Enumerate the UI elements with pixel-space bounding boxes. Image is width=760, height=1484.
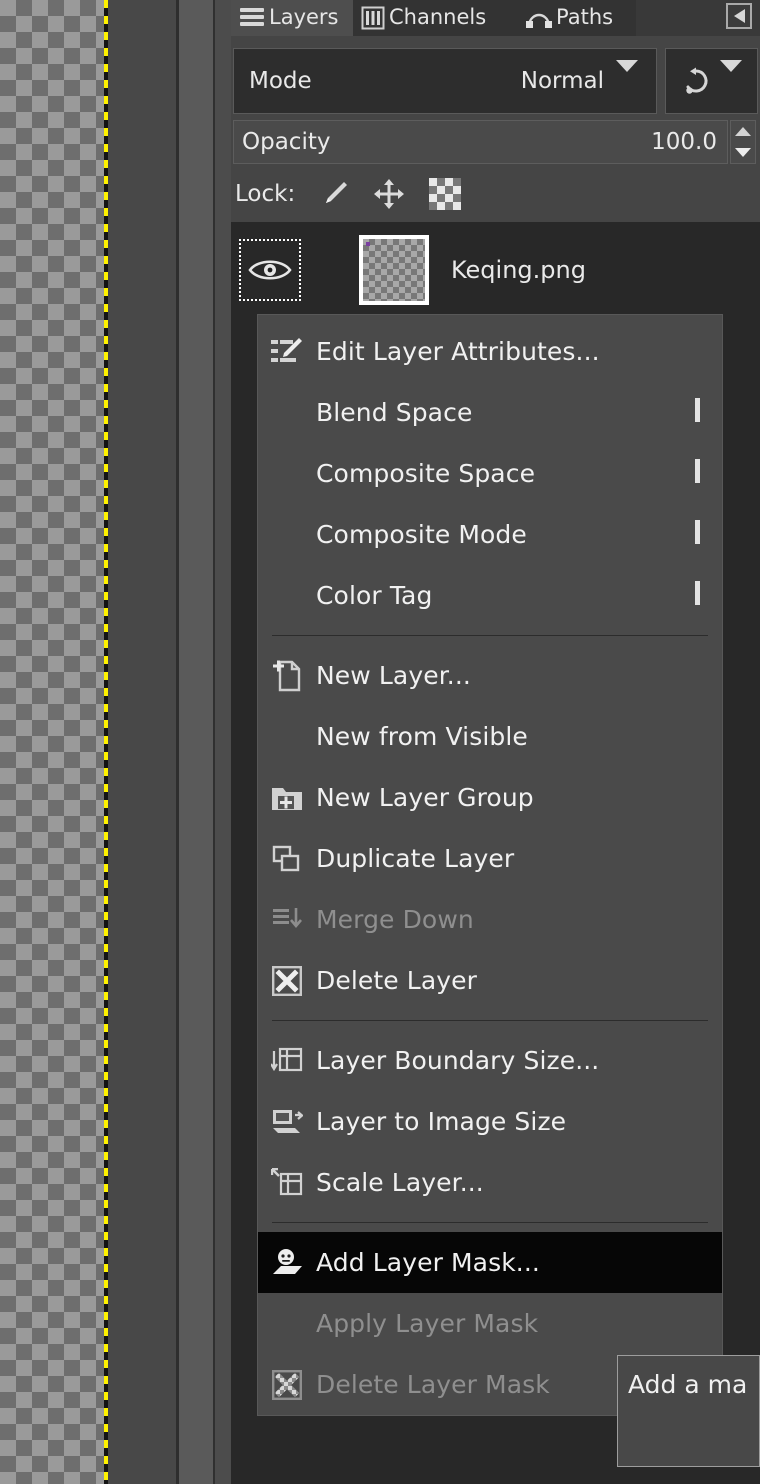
tab-channels[interactable]: Channels	[353, 0, 518, 36]
image-canvas[interactable]	[0, 0, 104, 1484]
opacity-row: Opacity 100.0	[233, 120, 758, 164]
menu-item-duplicate-layer[interactable]: Duplicate Layer	[258, 828, 722, 889]
menu-item-label: Scale Layer...	[316, 1168, 484, 1197]
menu-item-label: Edit Layer Attributes...	[316, 337, 600, 366]
menu-item-composite-mode[interactable]: Composite Mode	[258, 504, 722, 565]
menu-item-label: New from Visible	[316, 722, 528, 751]
menu-item-label: Layer to Image Size	[316, 1107, 567, 1136]
mode-dropdown[interactable]: Mode Normal	[233, 48, 657, 114]
merge-down-icon	[258, 905, 316, 935]
menu-item-label: Color Tag	[316, 581, 433, 610]
edit-attributes-icon	[258, 337, 316, 367]
menu-item-merge-down: Merge Down	[258, 889, 722, 950]
menu-item-label: Apply Layer Mask	[316, 1309, 539, 1338]
layer-boundary-size-icon	[258, 1046, 316, 1076]
menu-item-composite-space[interactable]: Composite Space	[258, 443, 722, 504]
chevron-down-icon	[720, 59, 742, 91]
lock-row: Lock:	[231, 172, 760, 216]
menu-item-label: New Layer...	[316, 661, 471, 690]
paintbrush-icon[interactable]	[319, 179, 349, 209]
menu-separator	[272, 1020, 708, 1021]
opacity-value: 100.0	[651, 129, 717, 155]
dock-tabstrip: Layers Channels Paths	[231, 0, 760, 36]
eye-icon[interactable]	[239, 238, 301, 301]
mode-row: Mode Normal	[233, 48, 758, 114]
tooltip: Add a ma	[617, 1355, 760, 1467]
scale-layer-icon	[258, 1167, 316, 1198]
menu-item-scale-layer[interactable]: Scale Layer...	[258, 1152, 722, 1213]
tab-channels-label: Channels	[389, 4, 487, 29]
mode-reset-button[interactable]	[665, 48, 758, 114]
menu-item-label: New Layer Group	[316, 783, 534, 812]
menu-item-apply-layer-mask: Apply Layer Mask	[258, 1293, 722, 1354]
window-gap	[179, 0, 213, 1484]
tab-layers[interactable]: Layers	[231, 0, 353, 36]
canvas-background	[108, 0, 176, 1484]
mode-value: Normal	[520, 68, 604, 94]
menu-item-label: Add Layer Mask...	[316, 1248, 540, 1277]
opacity-label: Opacity	[242, 129, 331, 155]
menu-item-label: Duplicate Layer	[316, 844, 515, 873]
layer-to-image-size-icon	[258, 1108, 316, 1136]
chevron-up-icon[interactable]	[735, 127, 751, 136]
tab-menu-triangle-icon[interactable]	[726, 3, 752, 29]
reset-to-default-icon	[681, 66, 711, 96]
menu-item-label: Delete Layer	[316, 966, 477, 995]
chevron-right-icon	[695, 398, 700, 422]
chevron-down-icon[interactable]	[735, 148, 751, 157]
alpha-checkerboard-icon[interactable]	[429, 178, 462, 210]
menu-item-blend-space[interactable]: Blend Space	[258, 382, 722, 443]
new-layer-icon	[258, 660, 316, 692]
channels-icon	[361, 6, 385, 30]
opacity-slider[interactable]: Opacity 100.0	[233, 120, 728, 164]
chevron-right-icon	[695, 459, 700, 483]
delete-layer-mask-icon	[258, 1369, 316, 1400]
menu-item-label: Blend Space	[316, 398, 473, 427]
menu-item-layer-boundary-size[interactable]: Layer Boundary Size...	[258, 1030, 722, 1091]
tab-layers-label: Layers	[269, 4, 339, 29]
menu-item-label: Composite Space	[316, 459, 536, 488]
chevron-right-icon	[695, 520, 700, 544]
menu-item-label: Merge Down	[316, 905, 474, 934]
tab-paths[interactable]: Paths	[518, 0, 636, 36]
chevron-down-icon	[616, 59, 638, 91]
move-arrows-icon[interactable]	[373, 178, 405, 210]
menu-item-layer-to-image-size[interactable]: Layer to Image Size	[258, 1091, 722, 1152]
lock-label: Lock:	[235, 181, 296, 207]
menu-item-add-layer-mask[interactable]: Add Layer Mask...	[258, 1232, 722, 1293]
new-layer-group-icon	[258, 784, 316, 812]
layer-context-menu: Edit Layer Attributes... Blend Space Com…	[257, 314, 723, 1416]
menu-separator	[272, 635, 708, 636]
menu-separator	[272, 1222, 708, 1223]
menu-item-label: Composite Mode	[316, 520, 527, 549]
layer-thumbnail[interactable]	[359, 234, 429, 305]
menu-item-color-tag[interactable]: Color Tag	[258, 565, 722, 626]
chevron-right-icon	[695, 581, 700, 605]
duplicate-layer-icon	[258, 845, 316, 873]
add-layer-mask-icon	[258, 1248, 316, 1278]
layer-name[interactable]: Keqing.png	[451, 256, 586, 284]
paths-icon	[526, 7, 552, 29]
mode-label: Mode	[249, 68, 312, 94]
delete-layer-icon	[258, 965, 316, 996]
opacity-stepper[interactable]	[730, 120, 756, 164]
menu-item-delete-layer[interactable]: Delete Layer	[258, 950, 722, 1011]
tab-paths-label: Paths	[556, 4, 614, 29]
menu-item-edit-layer-attributes[interactable]: Edit Layer Attributes...	[258, 321, 722, 382]
layers-icon	[239, 6, 265, 30]
layer-list-item[interactable]: Keqing.png	[231, 222, 760, 317]
menu-item-label: Delete Layer Mask	[316, 1370, 550, 1399]
dock-gutter	[215, 0, 441, 1484]
menu-item-new-layer-group[interactable]: New Layer Group	[258, 767, 722, 828]
menu-item-new-layer[interactable]: New Layer...	[258, 645, 722, 706]
menu-item-new-from-visible[interactable]: New from Visible	[258, 706, 722, 767]
tooltip-text: Add a ma	[628, 1370, 748, 1399]
menu-item-label: Layer Boundary Size...	[316, 1046, 600, 1075]
